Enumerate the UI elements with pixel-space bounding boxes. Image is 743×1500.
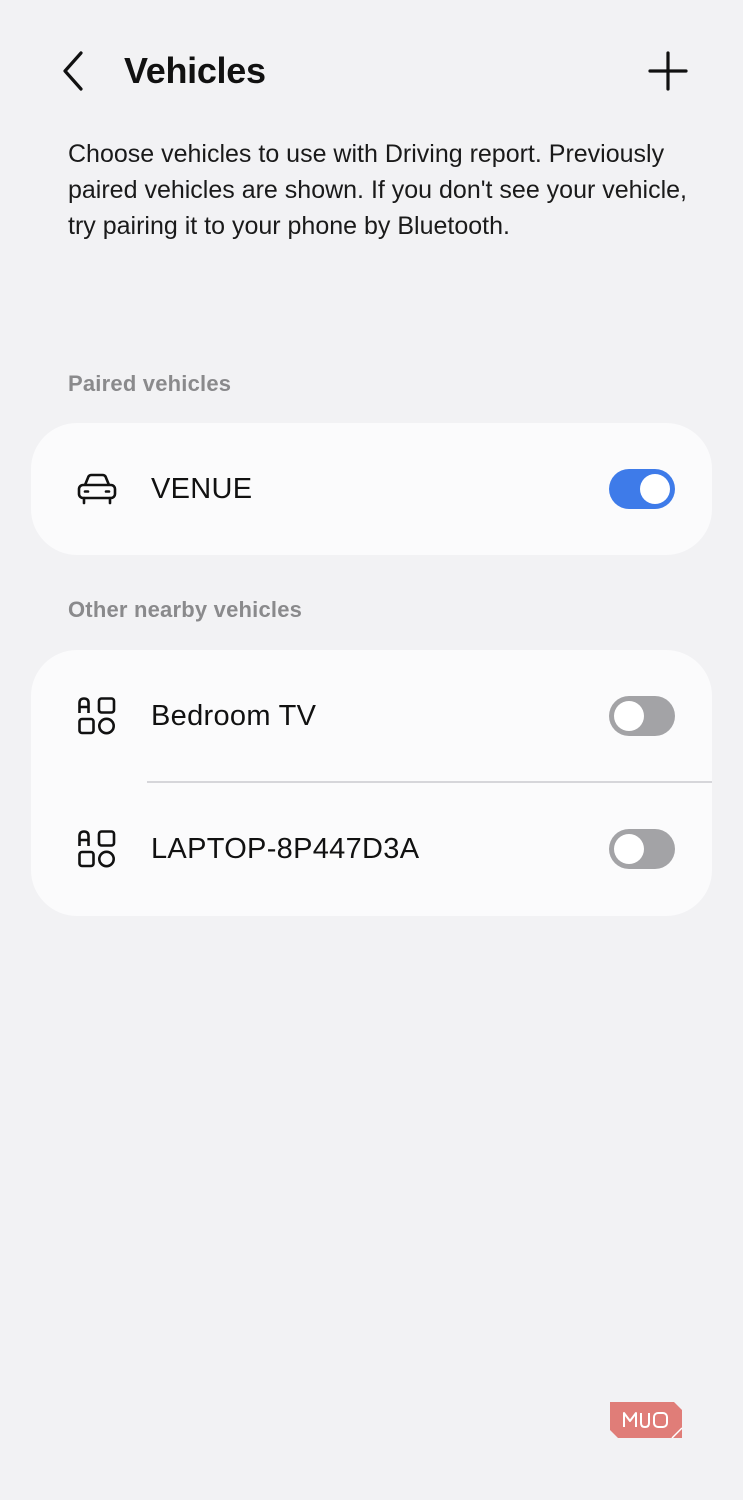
vehicle-toggle-laptop[interactable] xyxy=(609,829,675,869)
vehicle-toggle-bedroom-tv[interactable] xyxy=(609,696,675,736)
vehicle-row-bedroom-tv[interactable]: Bedroom TV xyxy=(31,650,712,782)
vehicle-toggle-venue[interactable] xyxy=(609,469,675,509)
page-title: Vehicles xyxy=(124,50,266,91)
muo-watermark-logo xyxy=(610,1402,682,1438)
devices-icon xyxy=(75,827,119,871)
section-label-nearby: Other nearby vehicles xyxy=(68,597,303,622)
vehicle-row-laptop[interactable]: LAPTOP-8P447D3A xyxy=(31,782,712,916)
vehicle-name: LAPTOP-8P447D3A xyxy=(151,832,420,865)
nearby-vehicles-card: Bedroom TV LAPTOP-8P447D3A xyxy=(31,650,712,916)
paired-vehicles-card: VENUE xyxy=(31,423,712,555)
chevron-left-icon xyxy=(63,51,83,91)
app-bar: Vehicles xyxy=(0,0,743,140)
section-label-paired: Paired vehicles xyxy=(68,371,232,396)
vehicle-row-venue[interactable]: VENUE xyxy=(31,423,712,555)
add-vehicle-button[interactable] xyxy=(643,46,693,96)
vehicle-name: VENUE xyxy=(151,472,253,505)
plus-icon xyxy=(648,51,688,91)
car-icon xyxy=(75,467,119,511)
vehicle-name: Bedroom TV xyxy=(151,699,317,732)
toggle-knob xyxy=(640,474,670,504)
back-button[interactable] xyxy=(50,46,96,96)
page-description: Choose vehicles to use with Driving repo… xyxy=(68,140,688,240)
toggle-knob xyxy=(614,701,644,731)
toggle-knob xyxy=(614,834,644,864)
devices-icon xyxy=(75,694,119,738)
